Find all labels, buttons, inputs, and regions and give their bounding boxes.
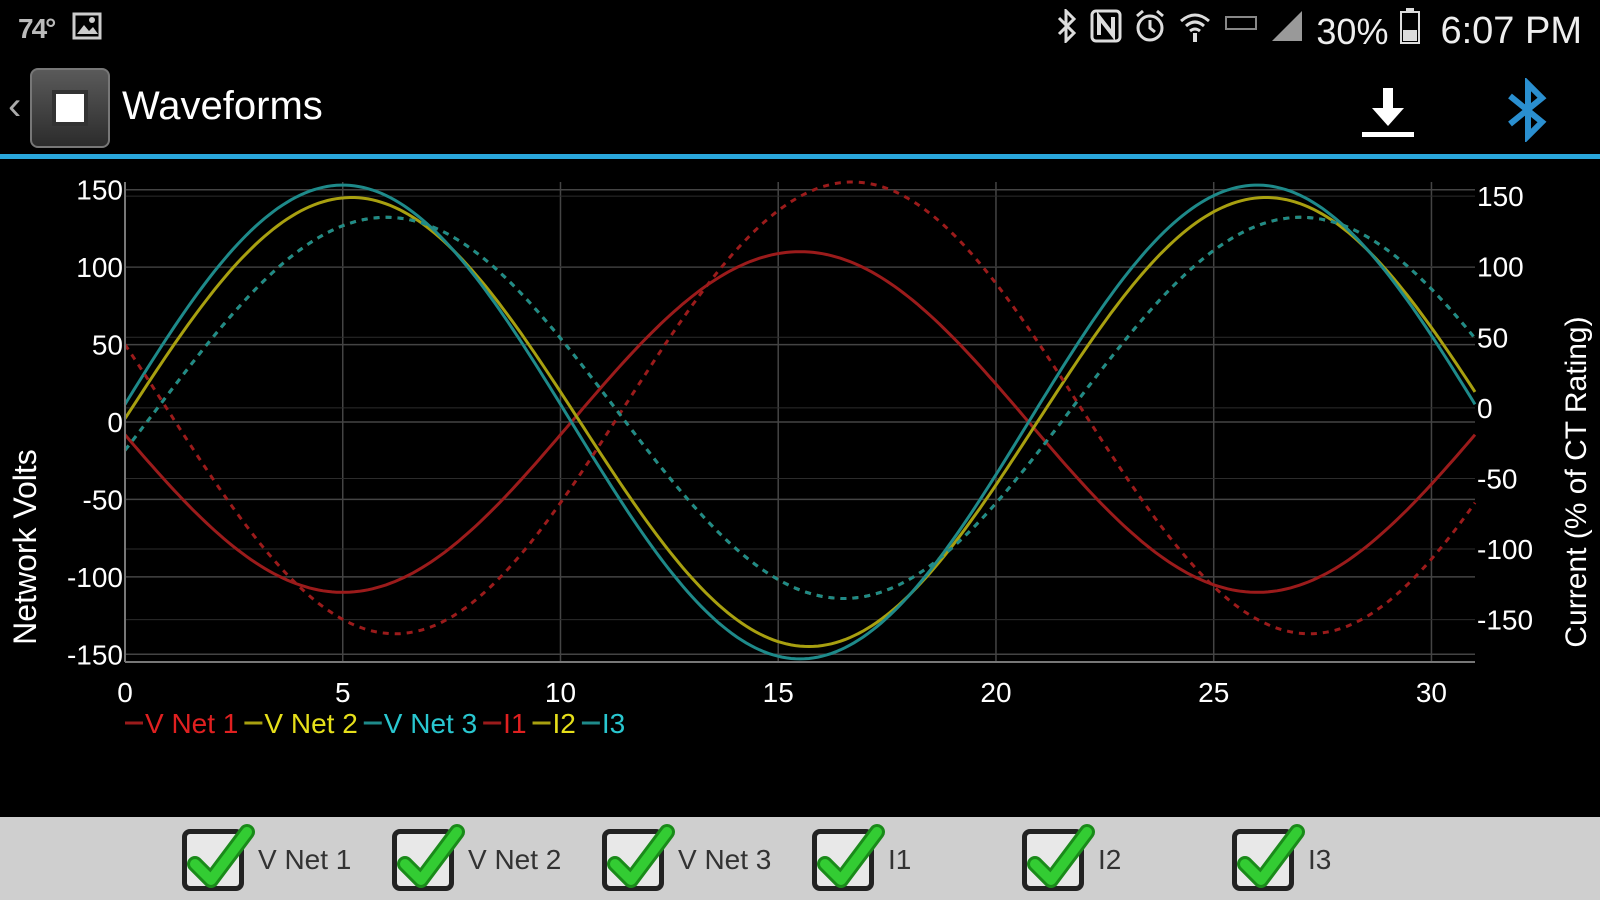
waveform-chart: 0 5 10 15 20 25 30 150 100 50 0 -50 -100 -150 150 100 50… <box>7 175 1593 739</box>
legend-label: V Net 3 <box>384 708 477 739</box>
checkmark-icon <box>817 824 885 888</box>
series-toggle-v-net-2[interactable]: V Net 2 <box>392 824 562 895</box>
series-toggle-i2[interactable]: I2 <box>1022 824 1122 895</box>
y2-tick-label: 150 <box>1477 181 1524 212</box>
app-icon[interactable] <box>30 68 110 148</box>
y2-axis-label: Current (% of CT Rating) <box>1560 316 1593 647</box>
action-bar: ‹ Waveforms <box>0 62 1600 154</box>
status-bar: 74° 30% 6:07 PM <box>0 0 1600 60</box>
bluetooth-icon <box>1508 76 1547 144</box>
x-tick-label: 30 <box>1416 677 1447 708</box>
x-tick-label: 10 <box>545 677 576 708</box>
y-tick-label: -50 <box>83 484 123 515</box>
y2-tick-label: 50 <box>1477 322 1508 353</box>
nfc-icon <box>1090 9 1122 54</box>
x-tick-label: 5 <box>335 677 351 708</box>
y2-tick-label: -150 <box>1477 605 1533 636</box>
wifi-icon <box>1178 9 1212 54</box>
y-tick-label: 0 <box>107 407 123 438</box>
x-tick-label: 20 <box>980 677 1011 708</box>
x-tick-label: 15 <box>763 677 794 708</box>
alarm-icon <box>1134 9 1166 54</box>
y2-tick-label: 0 <box>1477 393 1493 424</box>
y-tick-label: 50 <box>92 330 123 361</box>
legend-label: I3 <box>602 708 625 739</box>
download-button[interactable] <box>1356 80 1420 144</box>
y-axis-label: Network Volts <box>7 449 43 645</box>
clock-text: 6:07 PM <box>1440 10 1582 52</box>
checkbox[interactable] <box>812 824 885 891</box>
legend-label: I1 <box>503 708 526 739</box>
legend-label: V Net 2 <box>264 708 357 739</box>
checkmark-icon <box>1237 824 1305 888</box>
checkbox-label: V Net 1 <box>258 844 352 875</box>
legend-label: V Net 1 <box>145 708 238 739</box>
y-tick-label: 100 <box>76 252 123 283</box>
chart-axes: 0 5 10 15 20 25 30 150 100 50 0 -50 -100 -150 150 100 50… <box>67 175 1533 708</box>
checkbox-label: V Net 3 <box>678 844 772 875</box>
lte-icon <box>1224 9 1258 54</box>
y-tick-label: -150 <box>67 639 123 670</box>
checkbox[interactable] <box>182 824 255 891</box>
x-tick-label: 0 <box>117 677 133 708</box>
series-toggle-v-net-3[interactable]: V Net 3 <box>602 824 772 895</box>
y2-tick-label: -100 <box>1477 534 1533 565</box>
signal-icon <box>1270 9 1304 54</box>
battery-icon <box>1400 8 1421 55</box>
image-icon <box>72 12 102 45</box>
chart-legend: V Net 1 V Net 2 V Net 3 I1 I2 I3 <box>125 708 625 739</box>
temperature-text: 74° <box>18 12 56 44</box>
legend-label: I2 <box>553 708 576 739</box>
checkbox-label: I2 <box>1098 844 1122 875</box>
series-toggle-i1[interactable]: I1 <box>812 824 912 895</box>
checkbox-label: V Net 2 <box>468 844 562 875</box>
series-toggle-bar: V Net 1 V Net 2 V Net 3 I1 I2 I3 <box>0 817 1600 900</box>
checkbox[interactable] <box>1022 824 1095 891</box>
action-bar-divider <box>0 154 1600 159</box>
download-icon <box>1362 88 1414 137</box>
y2-tick-label: -50 <box>1477 463 1517 494</box>
bluetooth-button[interactable] <box>1500 76 1556 144</box>
checkbox[interactable] <box>392 824 465 891</box>
checkmark-icon <box>187 824 255 888</box>
page-title: Waveforms <box>122 84 323 128</box>
chart-series <box>123 180 1477 661</box>
checkbox-label: I1 <box>888 844 912 875</box>
checkbox-label: I3 <box>1308 844 1332 875</box>
status-right: 30% 6:07 PM <box>1056 7 1582 55</box>
checkmark-icon <box>1027 824 1095 888</box>
checkmark-icon <box>397 824 465 888</box>
back-icon[interactable]: ‹ <box>8 86 21 126</box>
x-tick-label: 25 <box>1198 677 1229 708</box>
battery-percent: 30% <box>1316 10 1389 52</box>
y-tick-label: -100 <box>67 562 123 593</box>
checkmark-icon <box>607 824 675 888</box>
checkbox[interactable] <box>602 824 675 891</box>
series-toggle-i3[interactable]: I3 <box>1232 824 1332 895</box>
series-toggle-v-net-1[interactable]: V Net 1 <box>182 824 352 895</box>
y2-tick-label: 100 <box>1477 252 1524 283</box>
bluetooth-icon <box>1056 7 1078 54</box>
y-tick-label: 150 <box>76 175 123 206</box>
checkbox[interactable] <box>1232 824 1305 891</box>
status-left: 74° <box>18 12 102 45</box>
